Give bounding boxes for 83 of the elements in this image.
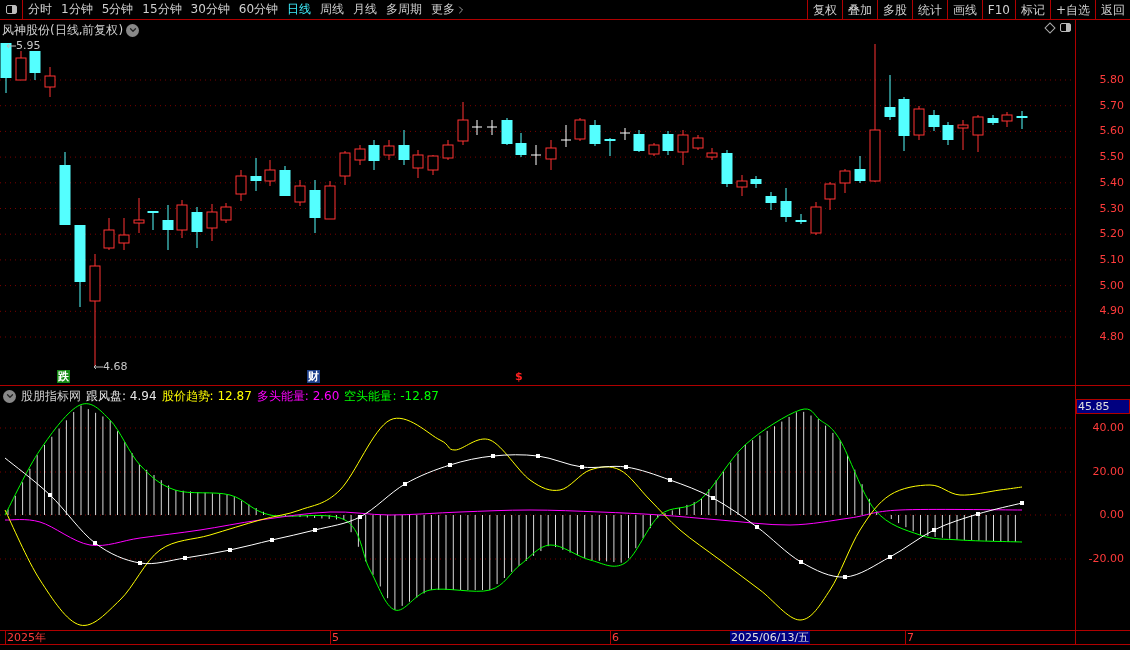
data-point-marker (843, 575, 847, 579)
price-axis-label: 5.00 (1099, 278, 1124, 293)
period-tab[interactable]: 5分钟 (101, 0, 134, 19)
toolbar-button[interactable]: +自选 (1049, 0, 1095, 19)
data-point-marker (755, 525, 759, 529)
indicator-value: 股价趋势: 12.87 (161, 388, 252, 405)
toolbar-button[interactable]: 复权 (806, 0, 842, 19)
dropdown-button[interactable] (3, 389, 16, 403)
price-axis-label: 5.40 (1099, 175, 1124, 190)
data-point-marker (93, 541, 97, 545)
event-marker[interactable]: 财 (307, 370, 320, 383)
indicator-axis-label: 40.00 (1092, 421, 1124, 435)
dropdown-button[interactable] (126, 23, 140, 37)
chevron-down-icon (127, 25, 138, 35)
indicator-name: 股朋指标网 (21, 388, 81, 405)
high-price-label: 5.95 (16, 40, 41, 51)
price-axis-label: 5.20 (1099, 227, 1124, 242)
data-point-marker (448, 463, 452, 467)
data-point-marker (1020, 501, 1024, 505)
data-point-marker (270, 538, 274, 542)
price-axis-label: 5.30 (1099, 201, 1124, 216)
more-button[interactable]: 更多 (431, 0, 468, 19)
data-point-marker (48, 493, 52, 497)
date-axis-label: 7 (905, 631, 914, 644)
chevron-down-icon (4, 391, 15, 401)
indicator-axis-label: -20.00 (1088, 552, 1124, 566)
data-point-marker (491, 454, 495, 458)
chart-title: 风神股份(日线,前复权) (2, 22, 124, 39)
indicator-axis-label: 0.00 (1099, 508, 1124, 522)
period-tab[interactable]: 1分钟 (61, 0, 93, 19)
panel-toggle-icon[interactable] (1060, 23, 1071, 32)
data-point-marker (711, 496, 715, 500)
panel-toggle-icon (5, 5, 17, 14)
date-axis-label: 2025/06/13/五 (730, 631, 811, 644)
arrow-left-icon (93, 363, 103, 370)
period-tab[interactable]: 周线 (320, 0, 345, 19)
toolbar-button[interactable]: 标记 (1014, 0, 1050, 19)
price-axis-label: 4.80 (1099, 330, 1124, 344)
indicator-value: 空头能量: -12.87 (344, 388, 439, 405)
data-point-marker (976, 512, 980, 516)
toolbar-button[interactable]: 多股 (876, 0, 912, 19)
price-axis-label: 4.90 (1099, 304, 1124, 319)
event-marker[interactable]: 跌 (57, 370, 70, 383)
toolbar-button[interactable]: 画线 (946, 0, 982, 19)
data-point-marker (228, 548, 232, 552)
toolbar-button[interactable]: F10 (981, 0, 1015, 19)
data-point-marker (580, 465, 584, 469)
data-point-marker (183, 556, 187, 560)
data-point-marker (624, 465, 628, 469)
period-tab[interactable]: 月线 (353, 0, 378, 19)
price-axis-label: 5.80 (1099, 73, 1124, 87)
event-marker[interactable]: $ (514, 370, 524, 383)
current-value-label: 45.85 (1076, 399, 1130, 414)
period-tab[interactable]: 15分钟 (142, 0, 182, 19)
data-point-marker (313, 528, 317, 532)
toolbar-button[interactable]: 叠加 (841, 0, 877, 19)
data-point-marker (668, 478, 672, 482)
price-axis-label: 5.60 (1099, 124, 1124, 139)
data-point-marker (403, 482, 407, 486)
low-price-label: 4.68 (103, 361, 128, 372)
period-tab[interactable]: 60分钟 (238, 0, 279, 19)
period-tab[interactable]: 日线 (287, 0, 312, 19)
indicator-value: 跟风盘: 4.94 (86, 388, 157, 405)
price-axis-label: 5.50 (1099, 150, 1124, 165)
arrow-left-icon (6, 42, 16, 49)
indicator-value: 多头能量: 2.60 (256, 388, 340, 405)
date-axis-label: 5 (330, 631, 339, 644)
data-point-marker (799, 560, 803, 564)
data-point-marker (888, 555, 892, 559)
toolbar-button[interactable]: 返回 (1095, 0, 1130, 19)
date-axis-label: 2025年 (5, 631, 46, 644)
price-axis-label: 5.70 (1099, 98, 1124, 113)
indicator-axis-label: 20.00 (1092, 465, 1124, 479)
period-tab[interactable]: 分时 (28, 0, 52, 19)
data-point-marker (358, 515, 362, 519)
data-point-marker (536, 454, 540, 458)
data-point-marker (138, 561, 142, 565)
date-axis-label: 6 (610, 631, 619, 644)
data-point-marker (932, 528, 936, 532)
toolbar-button[interactable]: 统计 (911, 0, 947, 19)
period-tab[interactable]: 多周期 (386, 0, 423, 19)
price-axis-label: 5.10 (1099, 252, 1124, 267)
period-tab[interactable]: 30分钟 (190, 0, 230, 19)
